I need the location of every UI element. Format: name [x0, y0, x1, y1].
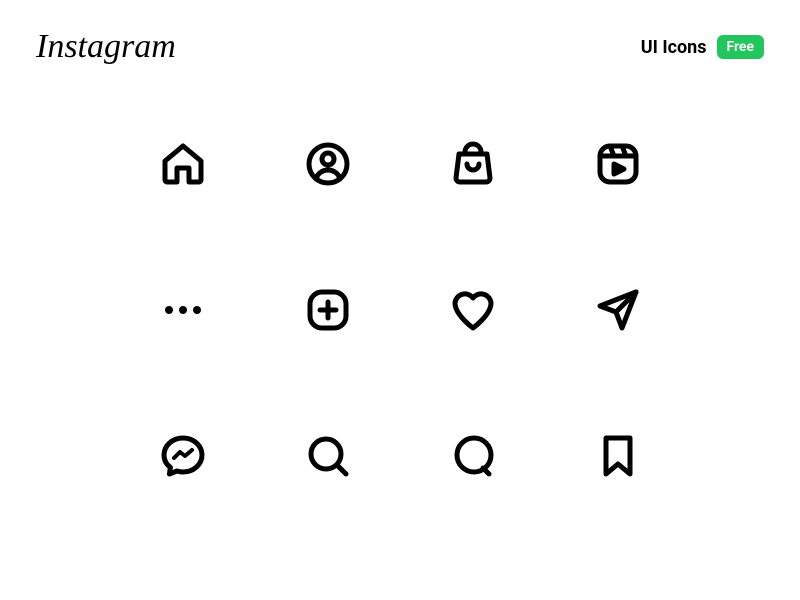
- search-icon: [300, 428, 356, 484]
- free-badge: Free: [717, 35, 765, 59]
- send-icon: [590, 282, 646, 338]
- shop-icon: [445, 136, 501, 192]
- header-right: UI Icons Free: [641, 35, 764, 59]
- add-icon: [300, 282, 356, 338]
- profile-icon: [300, 136, 356, 192]
- comment-icon: [445, 428, 501, 484]
- reels-icon: [590, 136, 646, 192]
- header: Instagram UI Icons Free: [0, 0, 800, 66]
- icon-grid: [0, 66, 800, 484]
- home-icon: [155, 136, 211, 192]
- more-icon: [155, 282, 211, 338]
- bookmark-icon: [590, 428, 646, 484]
- heart-icon: [445, 282, 501, 338]
- ui-icons-label: UI Icons: [641, 37, 707, 58]
- instagram-logo: Instagram: [36, 28, 176, 66]
- messenger-icon: [155, 428, 211, 484]
